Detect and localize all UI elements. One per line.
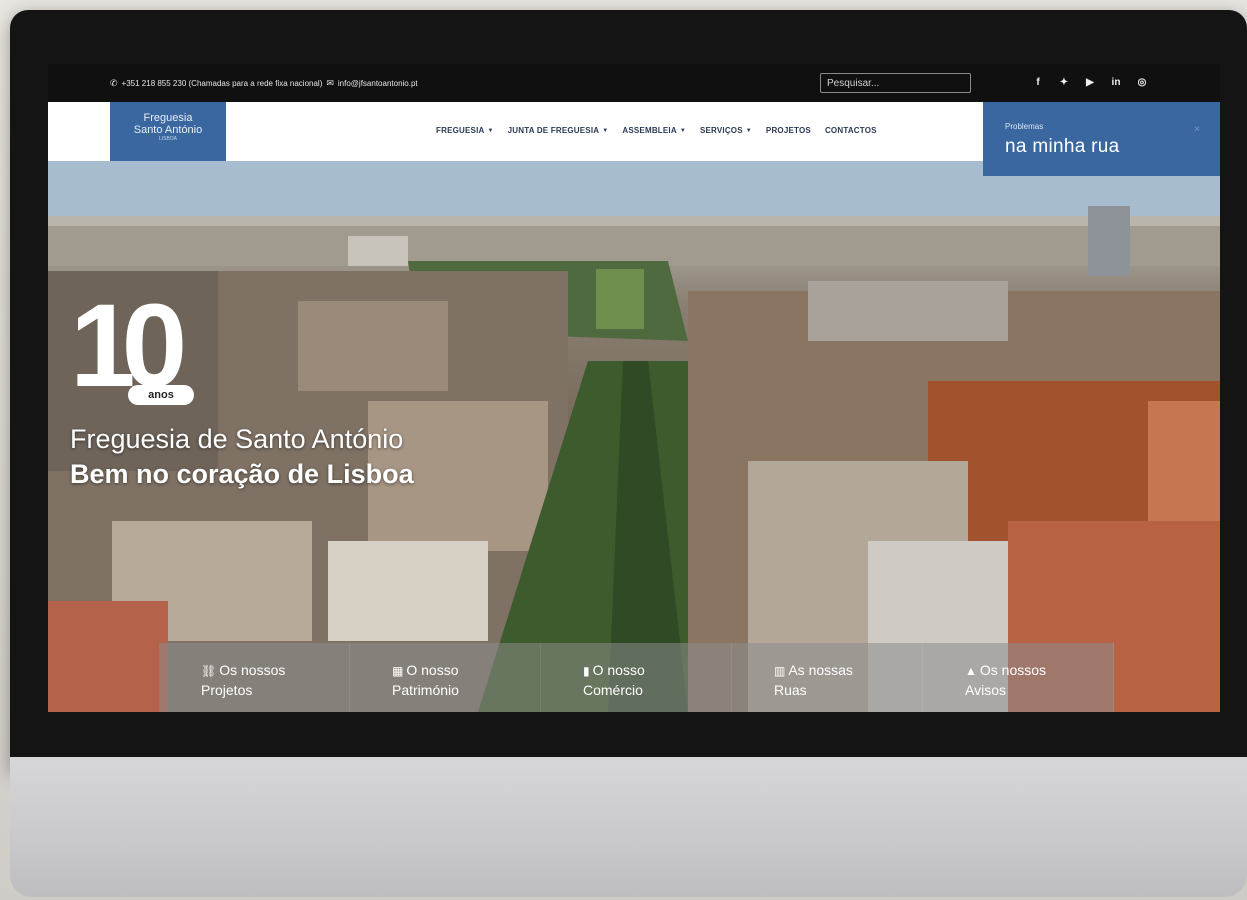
phone-number[interactable]: +351 218 855 230 (Chamadas para a rede f… bbox=[122, 79, 323, 88]
shop-icon: ▮ bbox=[583, 664, 590, 678]
menu-item-label: JUNTA DE FREGUESIA bbox=[507, 126, 600, 135]
menu-item-label: FREGUESIA bbox=[436, 126, 485, 135]
logo-line-2: Santo António bbox=[133, 124, 203, 136]
card-line-1: As nossas bbox=[788, 662, 853, 678]
menu-item-freguesia[interactable]: FREGUESIA ▼ bbox=[436, 126, 494, 135]
chevron-down-icon: ▼ bbox=[745, 127, 752, 134]
card-line-2: Ruas bbox=[774, 682, 807, 698]
card-line-2: Avisos bbox=[965, 682, 1006, 698]
card-ruas[interactable]: ▥ As nossas Ruas bbox=[732, 643, 923, 712]
menu-item-servicos[interactable]: SERVIÇOS ▼ bbox=[700, 126, 752, 135]
hero-banner: 10 anos Freguesia de Santo António Bem n… bbox=[48, 161, 1220, 712]
promo-small-label: Problemas bbox=[1005, 122, 1044, 131]
quick-links: ⛓ Os nossos Projetos ▦ O nosso Património … bbox=[159, 643, 1114, 712]
menu-item-contactos[interactable]: CONTACTOS bbox=[825, 126, 877, 135]
monument-icon: ▦ bbox=[392, 664, 404, 678]
map-icon: ▥ bbox=[774, 664, 786, 678]
screen: ✆ +351 218 855 230 (Chamadas para a rede… bbox=[48, 64, 1220, 712]
hero-subtitle: Bem no coração de Lisboa bbox=[70, 459, 414, 489]
chevron-down-icon: ▼ bbox=[487, 127, 494, 134]
logo-line-1: Freguesia bbox=[143, 112, 193, 124]
card-patrimonio[interactable]: ▦ O nosso Património bbox=[350, 643, 541, 712]
logo-line-3: LISBOA bbox=[158, 136, 178, 142]
card-projetos[interactable]: ⛓ Os nossos Projetos bbox=[159, 643, 350, 712]
promo-title: na minha rua bbox=[1005, 136, 1120, 157]
menu-item-label: SERVIÇOS bbox=[699, 126, 743, 135]
site-logo[interactable]: Freguesia Santo António LISBOA bbox=[110, 102, 226, 161]
card-line-1: Os nossos bbox=[219, 662, 286, 678]
search-input[interactable] bbox=[820, 73, 971, 93]
linkedin-icon[interactable]: in bbox=[1110, 76, 1122, 88]
main-menu: FREGUESIA ▼ JUNTA DE FREGUESIA ▼ ASSEMBL… bbox=[436, 126, 877, 135]
close-icon[interactable]: × bbox=[1194, 124, 1200, 135]
menu-item-label: ASSEMBLEIA bbox=[622, 126, 677, 135]
card-line-1: Os nossos bbox=[979, 662, 1047, 678]
card-line-2: Projetos bbox=[201, 682, 253, 698]
email-icon: ✉ bbox=[326, 78, 334, 88]
card-comercio[interactable]: ▮ O nosso Comércio bbox=[541, 643, 732, 712]
problems-street-banner[interactable]: Problemas na minha rua × bbox=[983, 102, 1220, 176]
email-address[interactable]: info@jfsantoantonio.pt bbox=[338, 79, 418, 88]
youtube-icon[interactable]: ▶ bbox=[1084, 76, 1096, 88]
chevron-down-icon: ▼ bbox=[602, 127, 609, 134]
twitter-icon[interactable]: ✦ bbox=[1058, 76, 1070, 88]
instagram-icon[interactable]: ◎ bbox=[1136, 76, 1148, 88]
social-links: f ✦ ▶ in ◎ bbox=[1032, 76, 1148, 88]
anniversary-label: anos bbox=[128, 385, 194, 405]
hero-title: Freguesia de Santo António bbox=[70, 424, 404, 454]
chevron-down-icon: ▼ bbox=[679, 127, 686, 134]
card-line-1: O nosso bbox=[592, 662, 645, 678]
card-line-1: O nosso bbox=[406, 662, 459, 678]
monitor-chin bbox=[10, 757, 1247, 897]
projects-icon: ⛓ bbox=[201, 664, 217, 678]
card-avisos[interactable]: ▲ Os nossos Avisos bbox=[923, 643, 1114, 712]
menu-item-junta[interactable]: JUNTA DE FREGUESIA ▼ bbox=[508, 126, 609, 135]
menu-item-label: CONTACTOS bbox=[824, 126, 877, 135]
card-line-2: Património bbox=[392, 682, 459, 698]
menu-item-projetos[interactable]: PROJETOS bbox=[766, 126, 811, 135]
phone-icon: ✆ bbox=[110, 78, 118, 88]
warning-icon: ▲ bbox=[965, 664, 977, 678]
card-line-2: Comércio bbox=[583, 682, 643, 698]
menu-item-label: PROJETOS bbox=[765, 126, 811, 135]
menu-item-assembleia[interactable]: ASSEMBLEIA ▼ bbox=[622, 126, 686, 135]
main-navbar: Freguesia Santo António LISBOA FREGUESIA… bbox=[48, 102, 983, 161]
contact-info: ✆ +351 218 855 230 (Chamadas para a rede… bbox=[110, 78, 418, 89]
top-bar: ✆ +351 218 855 230 (Chamadas para a rede… bbox=[48, 64, 1220, 102]
facebook-icon[interactable]: f bbox=[1032, 76, 1044, 88]
